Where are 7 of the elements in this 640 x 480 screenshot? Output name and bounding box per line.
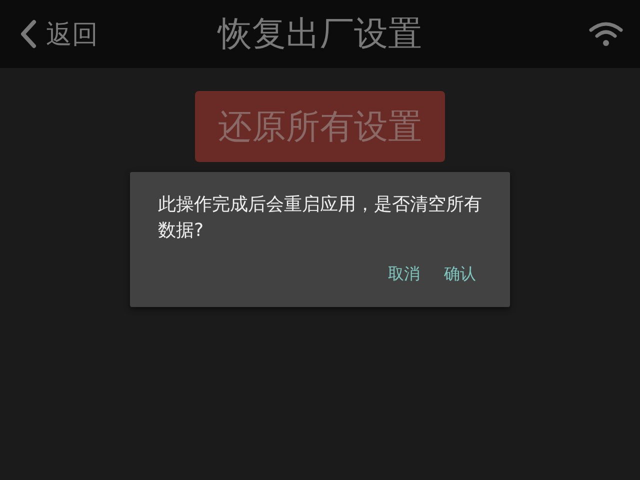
page-title: 恢复出厂设置 <box>218 13 422 56</box>
dialog-button[interactable]: 取消 <box>380 258 428 291</box>
wifi-icon <box>588 21 624 47</box>
back-button[interactable]: 返回 <box>0 16 98 52</box>
dialog-message: 此操作完成后会重启应用，是否清空所有数据? <box>158 193 483 243</box>
dialog-button[interactable]: 确认 <box>436 258 484 291</box>
chevron-left-icon <box>18 19 38 49</box>
